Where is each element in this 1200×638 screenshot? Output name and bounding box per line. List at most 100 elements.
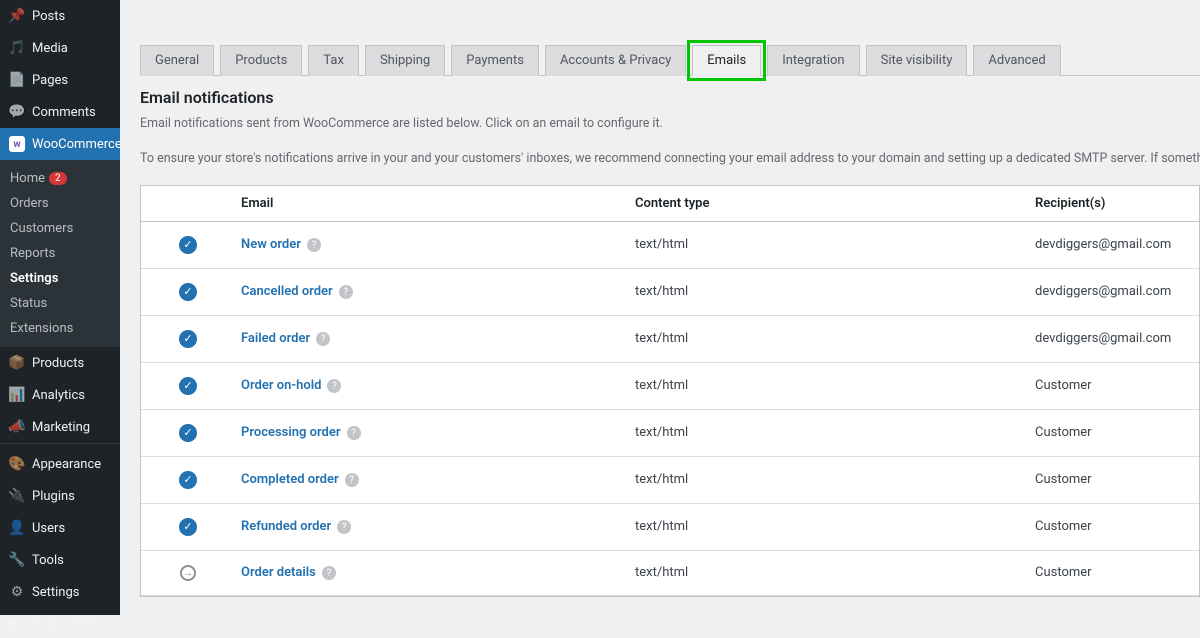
section-title: Email notifications [140,88,1200,107]
sidebar-sub-home[interactable]: Home 2 [0,166,120,191]
sidebar-item-tools[interactable]: 🔧 Tools [0,544,120,576]
recipient: Customer [1035,378,1199,393]
help-icon[interactable]: ? [347,426,361,440]
email-link[interactable]: Cancelled order [241,284,333,299]
table-row[interactable]: ✓Completed order?text/htmlCustomer [141,457,1199,504]
email-link[interactable]: Completed order [241,472,339,487]
sidebar-item-label: Products [32,356,84,371]
recipient: devdiggers@gmail.com [1035,331,1199,346]
sidebar-sub-customers[interactable]: Customers [0,216,120,241]
sidebar-item-label: Appearance [32,457,101,472]
content-type: text/html [635,425,1035,440]
sidebar-item-label: Media [32,41,68,56]
help-icon[interactable]: ? [316,332,330,346]
help-icon[interactable]: ? [345,473,359,487]
check-icon: ✓ [179,283,197,301]
tab-site-visibility[interactable]: Site visibility [866,45,968,76]
sidebar-item-comments[interactable]: 💬 Comments [0,96,120,128]
check-icon: ✓ [179,330,197,348]
sidebar-item-label: Plugins [32,489,75,504]
box-icon: 📦 [8,354,26,372]
sidebar-item-posts[interactable]: 📌 Posts [0,0,120,32]
tab-integration[interactable]: Integration [767,45,859,76]
email-link[interactable]: Order on-hold [241,378,321,393]
content-type: text/html [635,237,1035,252]
main-content: General Products Tax Shipping Payments A… [120,0,1200,615]
manual-icon: → [180,565,196,581]
collapse-icon: ◀ [8,616,17,630]
sidebar-item-users[interactable]: 👤 Users [0,512,120,544]
sidebar-sub-extensions[interactable]: Extensions [0,316,120,341]
help-icon[interactable]: ? [339,285,353,299]
tab-advanced[interactable]: Advanced [973,45,1060,76]
help-icon[interactable]: ? [327,379,341,393]
table-row[interactable]: →Order details?text/htmlCustomer [141,551,1199,596]
content-type: text/html [635,519,1035,534]
section-desc-line1: Email notifications sent from WooCommerc… [140,115,1200,134]
sidebar-item-plugins[interactable]: 🔌 Plugins [0,480,120,512]
sidebar-item-analytics[interactable]: 📊 Analytics [0,379,120,411]
sidebar-sub-status[interactable]: Status [0,291,120,316]
header-email: Email [235,196,635,211]
home-badge: 2 [49,172,67,185]
help-icon[interactable]: ? [322,566,336,580]
email-link[interactable]: Failed order [241,331,310,346]
sidebar-item-pages[interactable]: 📄 Pages [0,64,120,96]
header-type: Content type [635,196,1035,211]
table-row[interactable]: ✓Order on-hold?text/htmlCustomer [141,363,1199,410]
recipient: devdiggers@gmail.com [1035,284,1199,299]
sidebar-sub-reports[interactable]: Reports [0,241,120,266]
help-icon[interactable]: ? [337,520,351,534]
table-row[interactable]: ✓ Cancelled order? text/htmldevdiggers@gma… [141,269,1199,316]
page-icon: 📄 [8,71,26,89]
sidebar-sub-label: Reports [10,246,55,261]
tab-accounts-privacy[interactable]: Accounts & Privacy [545,45,686,76]
media-icon: 🎵 [8,39,26,57]
sidebar-item-label: Pages [32,73,68,88]
email-link[interactable]: Processing order [241,425,341,440]
table-row[interactable]: ✓Refunded order?text/htmlCustomer [141,504,1199,551]
tab-products[interactable]: Products [220,45,302,76]
sidebar-sub-label: Customers [10,221,73,236]
sidebar-item-label: WooCommerce [32,137,122,152]
content-type: text/html [635,378,1035,393]
help-icon[interactable]: ? [307,238,321,252]
sidebar-item-label: Tools [32,553,64,568]
sidebar-item-marketing[interactable]: 📣 Marketing [0,411,120,443]
sidebar-sub-label: Settings [10,271,58,286]
table-row[interactable]: ✓Processing order?text/htmlCustomer [141,410,1199,457]
sidebar-item-appearance[interactable]: 🎨 Appearance [0,448,120,480]
sidebar-sub-label: Home [10,171,45,186]
content-type: text/html [635,284,1035,299]
email-link[interactable]: Order details [241,565,316,580]
collapse-menu[interactable]: ◀ Collapse menu [0,608,120,638]
sidebar-item-label: Comments [32,105,96,120]
sidebar-sub-orders[interactable]: Orders [0,191,120,216]
sidebar-item-settings[interactable]: ⚙ Settings [0,576,120,608]
sidebar-item-woocommerce[interactable]: w WooCommerce [0,128,120,160]
settings-tabs: General Products Tax Shipping Payments A… [140,44,1200,76]
check-icon: ✓ [179,236,197,254]
table-row[interactable]: ✓New order?text/htmldevdiggers@gmail.com [141,222,1199,269]
tab-shipping[interactable]: Shipping [365,45,445,76]
tab-general[interactable]: General [140,45,214,76]
tab-payments[interactable]: Payments [451,45,539,76]
comment-icon: 💬 [8,103,26,121]
sidebar-item-products[interactable]: 📦 Products [0,347,120,379]
sidebar-sub-settings[interactable]: Settings [0,266,120,291]
sidebar-item-media[interactable]: 🎵 Media [0,32,120,64]
recipient: Customer [1035,472,1199,487]
sidebar-sub-label: Orders [10,196,49,211]
tab-tax[interactable]: Tax [308,45,359,76]
plug-icon: 🔌 [8,487,26,505]
pin-icon: 📌 [8,7,26,25]
sidebar-submenu-woocommerce: Home 2 Orders Customers Reports Settings… [0,160,120,347]
tab-emails[interactable]: Emails [692,45,761,76]
user-icon: 👤 [8,519,26,537]
admin-sidebar: 📌 Posts 🎵 Media 📄 Pages 💬 Comments w Woo… [0,0,120,615]
sidebar-item-label: Settings [32,585,79,600]
collapse-label: Collapse menu [23,616,102,630]
email-link[interactable]: Refunded order [241,519,331,534]
table-row[interactable]: ✓Failed order?text/htmldevdiggers@gmail.… [141,316,1199,363]
email-link[interactable]: New order [241,237,301,252]
